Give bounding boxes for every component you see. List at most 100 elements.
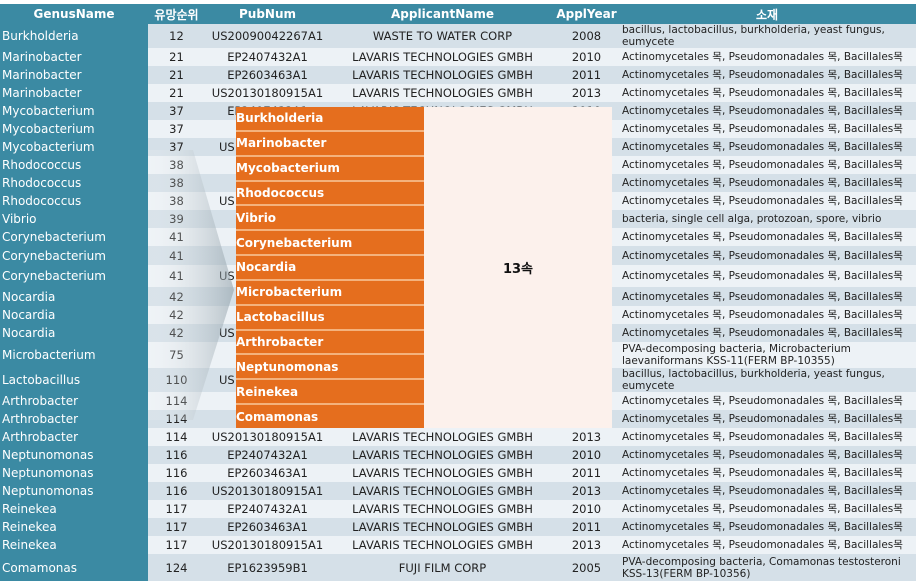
table-row[interactable]: Neptunomonas 116 EP2407432A1 LAVARIS TECHNO…: [0, 446, 916, 464]
cell-rank[interactable]: 37: [148, 102, 205, 120]
cell-rank[interactable]: 124: [148, 554, 205, 581]
header-genus[interactable]: GenusName: [0, 4, 148, 24]
cell-rank[interactable]: 117: [148, 500, 205, 518]
cell-year[interactable]: 2010: [555, 48, 618, 66]
cell-applicant[interactable]: LAVARIS TECHNOLOGIES GMBH: [330, 500, 555, 518]
table-row[interactable]: Neptunomonas 116 US20130180915A1 LAVARIS TE…: [0, 482, 916, 500]
header-year[interactable]: ApplYear: [555, 4, 618, 24]
cell-year[interactable]: 2013: [555, 482, 618, 500]
cell-genus[interactable]: Arthrobacter: [0, 410, 148, 428]
cell-rank[interactable]: 117: [148, 536, 205, 554]
cell-rank[interactable]: 37: [148, 120, 205, 138]
cell-pubnum[interactable]: US20130180915A1: [205, 84, 330, 102]
table-row[interactable]: Marinobacter 21 US20130180915A1 LAVARIS TEC…: [0, 84, 916, 102]
cell-applicant[interactable]: LAVARIS TECHNOLOGIES GMBH: [330, 536, 555, 554]
cell-material[interactable]: Actinomycetales 목, Pseudomonadales 목, Ba…: [618, 84, 916, 102]
cell-genus[interactable]: Rhodococcus: [0, 192, 148, 210]
cell-year[interactable]: 2011: [555, 464, 618, 482]
cell-material[interactable]: bacillus, lactobacillus, burkholderia, y…: [618, 24, 916, 48]
cell-material[interactable]: Actinomycetales 목, Pseudomonadales 목, Ba…: [618, 66, 916, 84]
cell-material[interactable]: Actinomycetales 목, Pseudomonadales 목, Ba…: [618, 428, 916, 446]
cell-material[interactable]: bacteria, single cell alga, protozoan, s…: [618, 210, 916, 228]
cell-applicant[interactable]: LAVARIS TECHNOLOGIES GMBH: [330, 446, 555, 464]
cell-material[interactable]: Actinomycetales 목, Pseudomonadales 목, Ba…: [618, 246, 916, 265]
table-row[interactable]: Reinekea 117 US20130180915A1 LAVARIS TECHNO…: [0, 536, 916, 554]
table-row[interactable]: Neptunomonas 116 EP2603463A1 LAVARIS TECHNO…: [0, 464, 916, 482]
cell-pubnum[interactable]: EP1623959B1: [205, 554, 330, 581]
header-material[interactable]: 소재: [618, 4, 916, 24]
cell-pubnum[interactable]: EP2603463A1: [205, 464, 330, 482]
cell-material[interactable]: Actinomycetales 목, Pseudomonadales 목, Ba…: [618, 138, 916, 156]
cell-material[interactable]: Actinomycetales 목, Pseudomonadales 목, Ba…: [618, 410, 916, 428]
cell-rank[interactable]: 116: [148, 464, 205, 482]
cell-material[interactable]: Actinomycetales 목, Pseudomonadales 목, Ba…: [618, 500, 916, 518]
cell-material[interactable]: Actinomycetales 목, Pseudomonadales 목, Ba…: [618, 464, 916, 482]
cell-year[interactable]: 2013: [555, 84, 618, 102]
cell-applicant[interactable]: LAVARIS TECHNOLOGIES GMBH: [330, 48, 555, 66]
cell-year[interactable]: 2013: [555, 536, 618, 554]
cell-material[interactable]: Actinomycetales 목, Pseudomonadales 목, Ba…: [618, 192, 916, 210]
cell-genus[interactable]: Lactobacillus: [0, 368, 148, 392]
cell-genus[interactable]: Marinobacter: [0, 66, 148, 84]
cell-material[interactable]: Actinomycetales 목, Pseudomonadales 목, Ba…: [618, 287, 916, 306]
table-row[interactable]: Comamonas 124 EP1623959B1 FUJI FILM CORP 200…: [0, 554, 916, 581]
cell-genus[interactable]: Nocardia: [0, 306, 148, 324]
cell-year[interactable]: 2011: [555, 66, 618, 84]
cell-genus[interactable]: Neptunomonas: [0, 464, 148, 482]
cell-genus[interactable]: Corynebacterium: [0, 246, 148, 265]
cell-rank[interactable]: 114: [148, 428, 205, 446]
header-pubnum[interactable]: PubNum: [205, 4, 330, 24]
cell-material[interactable]: Actinomycetales 목, Pseudomonadales 목, Ba…: [618, 306, 916, 324]
cell-genus[interactable]: Vibrio: [0, 210, 148, 228]
cell-genus[interactable]: Marinobacter: [0, 84, 148, 102]
cell-year[interactable]: 2013: [555, 428, 618, 446]
cell-pubnum[interactable]: US20130180915A1: [205, 536, 330, 554]
cell-applicant[interactable]: LAVARIS TECHNOLOGIES GMBH: [330, 84, 555, 102]
cell-genus[interactable]: Mycobacterium: [0, 120, 148, 138]
cell-material[interactable]: Actinomycetales 목, Pseudomonadales 목, Ba…: [618, 120, 916, 138]
table-row[interactable]: Arthrobacter 114 US20130180915A1 LAVARIS TE…: [0, 428, 916, 446]
cell-applicant[interactable]: LAVARIS TECHNOLOGIES GMBH: [330, 518, 555, 536]
cell-rank[interactable]: 116: [148, 446, 205, 464]
cell-material[interactable]: PVA-decomposing bacteria, Comamonas test…: [618, 554, 916, 581]
cell-genus[interactable]: Reinekea: [0, 500, 148, 518]
cell-material[interactable]: Actinomycetales 목, Pseudomonadales 목, Ba…: [618, 102, 916, 120]
cell-year[interactable]: 2005: [555, 554, 618, 581]
cell-genus[interactable]: Marinobacter: [0, 48, 148, 66]
cell-rank[interactable]: 21: [148, 84, 205, 102]
cell-pubnum[interactable]: US20090042267A1: [205, 24, 330, 48]
cell-genus[interactable]: Comamonas: [0, 554, 148, 581]
table-row[interactable]: Marinobacter 21 EP2407432A1 LAVARIS TECHNOL…: [0, 48, 916, 66]
cell-material[interactable]: Actinomycetales 목, Pseudomonadales 목, Ba…: [618, 228, 916, 246]
cell-applicant[interactable]: FUJI FILM CORP: [330, 554, 555, 581]
cell-pubnum[interactable]: US20130180915A1: [205, 482, 330, 500]
header-rank[interactable]: 유망순위: [148, 4, 205, 24]
cell-rank[interactable]: 21: [148, 48, 205, 66]
cell-rank[interactable]: 21: [148, 66, 205, 84]
cell-material[interactable]: Actinomycetales 목, Pseudomonadales 목, Ba…: [618, 536, 916, 554]
cell-year[interactable]: 2011: [555, 518, 618, 536]
cell-material[interactable]: Actinomycetales 목, Pseudomonadales 목, Ba…: [618, 156, 916, 174]
cell-genus[interactable]: Burkholderia: [0, 24, 148, 48]
cell-pubnum[interactable]: EP2407432A1: [205, 48, 330, 66]
cell-genus[interactable]: Arthrobacter: [0, 428, 148, 446]
cell-applicant[interactable]: LAVARIS TECHNOLOGIES GMBH: [330, 482, 555, 500]
cell-genus[interactable]: Neptunomonas: [0, 446, 148, 464]
cell-genus[interactable]: Mycobacterium: [0, 102, 148, 120]
cell-year[interactable]: 2010: [555, 500, 618, 518]
cell-genus[interactable]: Corynebacterium: [0, 228, 148, 246]
cell-material[interactable]: Actinomycetales 목, Pseudomonadales 목, Ba…: [618, 446, 916, 464]
cell-material[interactable]: Actinomycetales 목, Pseudomonadales 목, Ba…: [618, 174, 916, 192]
cell-genus[interactable]: Nocardia: [0, 324, 148, 342]
cell-year[interactable]: 2008: [555, 24, 618, 48]
cell-genus[interactable]: Rhodococcus: [0, 156, 148, 174]
cell-material[interactable]: Actinomycetales 목, Pseudomonadales 목, Ba…: [618, 482, 916, 500]
table-row[interactable]: Reinekea 117 EP2407432A1 LAVARIS TECHNOLOGI…: [0, 500, 916, 518]
cell-applicant[interactable]: WASTE TO WATER CORP: [330, 24, 555, 48]
cell-rank[interactable]: 116: [148, 482, 205, 500]
cell-pubnum[interactable]: EP2407432A1: [205, 500, 330, 518]
cell-pubnum[interactable]: EP2407432A1: [205, 446, 330, 464]
cell-material[interactable]: Actinomycetales 목, Pseudomonadales 목, Ba…: [618, 265, 916, 287]
cell-material[interactable]: Actinomycetales 목, Pseudomonadales 목, Ba…: [618, 48, 916, 66]
cell-genus[interactable]: Reinekea: [0, 536, 148, 554]
